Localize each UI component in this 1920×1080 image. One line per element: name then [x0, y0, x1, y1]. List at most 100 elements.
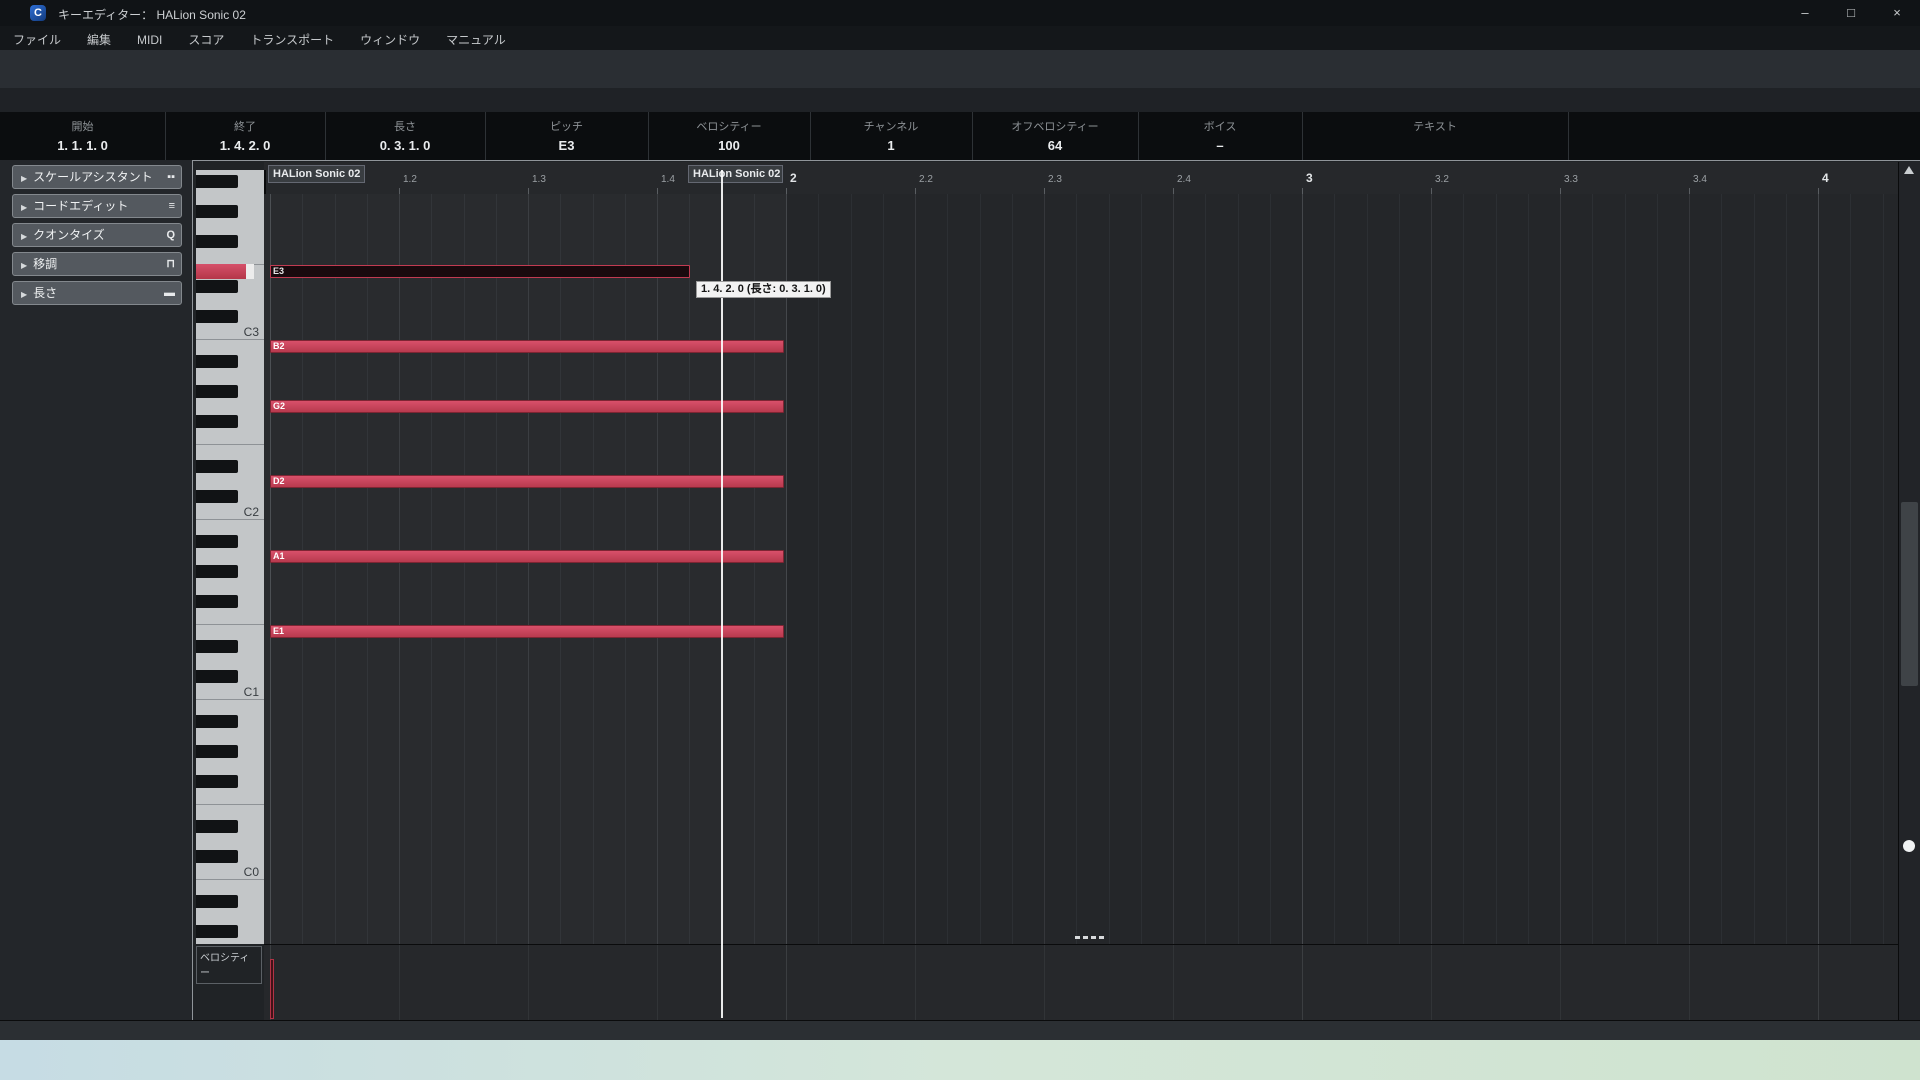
piano-key-B2[interactable] — [196, 339, 264, 354]
ruler-tick-3.2: 3.2 — [1435, 174, 1449, 185]
menu-MIDI[interactable]: MIDI — [124, 28, 175, 52]
piano-key-Cs1[interactable] — [196, 669, 264, 684]
piano-key-Ds3[interactable] — [196, 279, 264, 294]
info-label: 長さ — [325, 118, 485, 134]
timeline-ruler[interactable]: HALion Sonic 02HALion Sonic 021.21.31.42… — [264, 162, 1898, 195]
menu-ウィンドウ[interactable]: ウィンドウ — [347, 26, 433, 50]
piano-key-As2[interactable] — [196, 354, 264, 369]
piano-key-Fs0[interactable] — [196, 774, 264, 789]
piano-key-F1[interactable] — [196, 609, 264, 624]
piano-key-Gs0[interactable] — [196, 744, 264, 759]
piano-key-Cs2[interactable] — [196, 489, 264, 504]
piano-key-Gs3[interactable] — [196, 204, 264, 219]
piano-key-A1[interactable] — [196, 549, 264, 564]
note-grid[interactable]: E3 B2 G2 D2 A1 E1 — [264, 194, 1898, 944]
piano-key-Ds1[interactable] — [196, 639, 264, 654]
piano-key-B1[interactable] — [196, 519, 264, 534]
midi-note-D2[interactable]: D2 — [270, 475, 784, 488]
minimize-button[interactable]: – — [1783, 0, 1827, 26]
piano-key-F0[interactable] — [196, 789, 264, 804]
piano-key-E0[interactable] — [196, 804, 264, 819]
info-field-オフベロシティー: オフベロシティー64 — [972, 112, 1139, 160]
piano-key-As1[interactable] — [196, 534, 264, 549]
info-value[interactable]: 0. 3. 1. 0 — [325, 138, 485, 153]
piano-keyboard[interactable]: C3C2C1C0 — [196, 170, 266, 944]
piano-key-D3[interactable] — [196, 294, 264, 309]
midi-note-E1[interactable]: E1 — [270, 625, 784, 638]
piano-key-D0[interactable] — [196, 834, 264, 849]
info-field-テキスト: テキスト — [1302, 112, 1569, 160]
close-button[interactable]: × — [1875, 0, 1919, 26]
piano-key-G3[interactable] — [196, 219, 264, 234]
midi-note-A1[interactable]: A1 — [270, 550, 784, 563]
piano-key-D1[interactable] — [196, 654, 264, 669]
piano-key-As-1[interactable] — [196, 894, 264, 909]
midi-note-G2[interactable]: G2 — [270, 400, 784, 413]
vertical-scrollbar-thumb[interactable] — [1901, 502, 1918, 686]
controller-lane-label[interactable]: ベロシティー — [196, 946, 262, 984]
piano-key-Gs2[interactable] — [196, 384, 264, 399]
piano-key-B-1[interactable] — [196, 879, 264, 894]
piano-key-A0[interactable] — [196, 729, 264, 744]
part-label-1[interactable]: HALion Sonic 02 — [688, 165, 783, 183]
piano-key-F2[interactable] — [196, 429, 264, 444]
menu-トランスポート[interactable]: トランスポート — [237, 26, 347, 50]
menu-スコア[interactable]: スコア — [175, 26, 237, 50]
info-value[interactable]: 1. 1. 1. 0 — [0, 138, 165, 153]
part-label-0[interactable]: HALion Sonic 02 — [268, 165, 365, 183]
piano-key-G2[interactable] — [196, 399, 264, 414]
piano-key-Cs0[interactable] — [196, 849, 264, 864]
maximize-button[interactable]: □ — [1829, 0, 1873, 26]
piano-key-Fs3[interactable] — [196, 234, 264, 249]
info-label: ボイス — [1138, 118, 1302, 134]
inspector-section-scale-assistant[interactable]: ▶スケールアシスタント▪▪ — [12, 165, 182, 189]
black-key — [196, 850, 238, 863]
info-value[interactable]: – — [1138, 138, 1302, 153]
menu-編集[interactable]: 編集 — [74, 26, 124, 50]
piano-key-A3[interactable] — [196, 189, 264, 204]
piano-key-E1[interactable] — [196, 624, 264, 639]
midi-note-B2[interactable]: B2 — [270, 340, 784, 353]
piano-key-E2[interactable] — [196, 444, 264, 459]
piano-key-G1[interactable] — [196, 579, 264, 594]
velocity-bar[interactable] — [270, 959, 274, 1019]
piano-key-B0[interactable] — [196, 699, 264, 714]
quantize-icon: Q — [166, 224, 175, 246]
piano-key-Fs1[interactable] — [196, 594, 264, 609]
ruler-tick-2.2: 2.2 — [919, 174, 933, 185]
piano-key-Cs3[interactable] — [196, 309, 264, 324]
piano-key-A-1[interactable] — [196, 909, 264, 924]
piano-key-Gs1[interactable] — [196, 564, 264, 579]
grid-line — [528, 945, 529, 1021]
grid-line — [496, 194, 497, 944]
piano-key-As3[interactable] — [196, 174, 264, 189]
info-value[interactable]: E3 — [485, 138, 648, 153]
piano-key-E3[interactable] — [196, 264, 264, 279]
grid-line — [302, 194, 303, 944]
piano-key-Ds0[interactable] — [196, 819, 264, 834]
ruler-tick-3.4: 3.4 — [1693, 174, 1707, 185]
info-value[interactable]: 100 — [648, 138, 810, 153]
piano-key-F3[interactable] — [196, 249, 264, 264]
controller-lane[interactable] — [264, 944, 1898, 1021]
info-value[interactable]: 64 — [972, 138, 1138, 153]
scroll-up-arrow[interactable] — [1904, 166, 1914, 174]
piano-key-Ds2[interactable] — [196, 459, 264, 474]
piano-key-G0[interactable] — [196, 759, 264, 774]
vertical-zoom-knob[interactable] — [1903, 840, 1915, 852]
info-value[interactable]: 1 — [810, 138, 972, 153]
midi-note-E3[interactable]: E3 — [270, 265, 690, 278]
info-value[interactable]: 1. 4. 2. 0 — [165, 138, 325, 153]
piano-key-As0[interactable] — [196, 714, 264, 729]
inspector-section-chord-edit[interactable]: ▶コードエディット≡ — [12, 194, 182, 218]
menu-ファイル[interactable]: ファイル — [0, 26, 74, 50]
piano-key-D2[interactable] — [196, 474, 264, 489]
inspector-section-transpose[interactable]: ▶移調⊓ — [12, 252, 182, 276]
piano-key-Gs-1[interactable] — [196, 924, 264, 939]
piano-key-A2[interactable] — [196, 369, 264, 384]
inspector-section-quantize[interactable]: ▶クオンタイズQ — [12, 223, 182, 247]
inspector-section-length[interactable]: ▶長さ▬ — [12, 281, 182, 305]
piano-key-Fs2[interactable] — [196, 414, 264, 429]
piano-key-G-1[interactable] — [196, 939, 264, 944]
menu-マニュアル[interactable]: マニュアル — [433, 26, 519, 50]
